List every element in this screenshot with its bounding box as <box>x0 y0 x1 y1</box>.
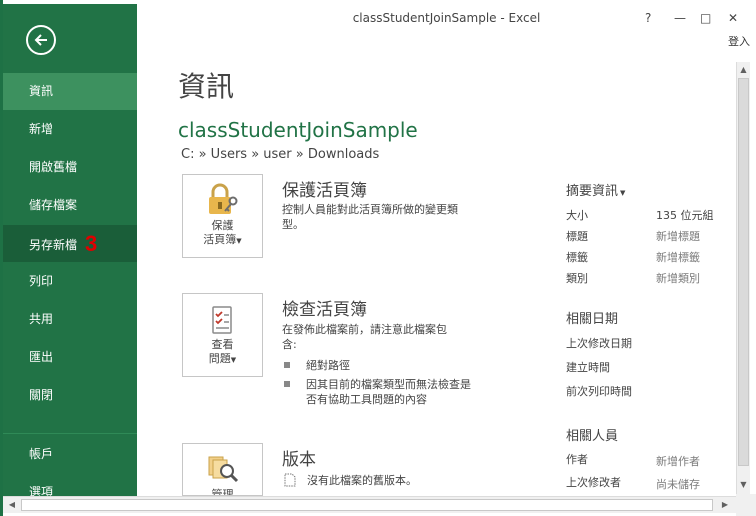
scroll-up-icon[interactable]: ▲ <box>738 63 749 77</box>
sidebar-item-close[interactable]: 關閉 <box>3 377 137 414</box>
chevron-down-icon: ▼ <box>620 189 626 197</box>
vertical-scroll-thumb[interactable] <box>738 78 749 466</box>
inspect-bullet-2-line1: 因其目前的檔案類型而無法檢查是 <box>306 378 471 391</box>
scrollbar-corner <box>736 494 756 516</box>
inspect-bullet-2-line2: 否有協助工具問題的內容 <box>306 393 427 406</box>
prop-label-last-printed: 前次列印時間 <box>566 385 632 398</box>
prop-label-author: 作者 <box>566 453 588 466</box>
sidebar-item-label: 資訊 <box>29 84 54 98</box>
related-people-heading: 相關人員 <box>566 429 619 444</box>
sidebar-item-print[interactable]: 列印 <box>3 263 137 300</box>
window-title: classStudentJoinSample - Excel <box>352 11 541 25</box>
tile-label-line2: 問題▼ <box>208 352 237 365</box>
chevron-down-icon: ▼ <box>230 356 237 364</box>
restore-button[interactable]: □ <box>700 11 711 25</box>
close-button[interactable]: ✕ <box>728 11 738 25</box>
lock-key-icon <box>209 183 238 214</box>
summary-heading[interactable]: 摘要資訊 ▼ <box>566 180 625 199</box>
inspect-desc-line1: 在發佈此檔案前，請注意此檔案包 <box>282 323 447 336</box>
scroll-left-icon[interactable]: ◀ <box>5 498 19 512</box>
versions-desc: 沒有此檔案的舊版本。 <box>307 474 417 487</box>
prop-label-title: 標題 <box>566 230 588 243</box>
backstage-sidebar: 資訊 新增 開啟舊檔 儲存檔案 另存新檔 3 列印 共用 匯出 關閉 帳戶 選項 <box>3 4 137 496</box>
prop-label-created: 建立時間 <box>566 361 610 374</box>
inspect-bullet-1: 絕對路徑 <box>306 359 350 372</box>
sidebar-item-save-as[interactable]: 另存新檔 3 <box>3 225 137 262</box>
help-button[interactable]: ? <box>645 11 651 25</box>
sidebar-item-save[interactable]: 儲存檔案 <box>3 187 137 224</box>
sidebar-item-share[interactable]: 共用 <box>3 301 137 338</box>
sidebar-item-label: 開啟舊檔 <box>29 160 78 174</box>
prop-value-category[interactable]: 新增類別 <box>656 270 700 286</box>
sidebar-item-label: 列印 <box>29 274 54 288</box>
sidebar-item-label: 另存新檔 <box>29 238 78 252</box>
sidebar-item-label: 匯出 <box>29 350 54 364</box>
scroll-down-icon[interactable]: ▼ <box>738 478 749 492</box>
sidebar-item-label: 共用 <box>29 312 54 326</box>
step-annotation: 3 <box>85 231 98 256</box>
check-for-issues-button[interactable]: 查看 問題▼ <box>182 293 263 377</box>
page-title: 資訊 <box>178 70 235 103</box>
sidebar-item-label: 新增 <box>29 122 54 136</box>
sign-in-link[interactable]: 登入 <box>728 33 750 49</box>
sidebar-item-info[interactable]: 資訊 <box>3 73 137 110</box>
protect-desc-line2: 型。 <box>282 218 304 231</box>
sidebar-divider <box>3 433 137 434</box>
inspect-desc-line2: 含: <box>282 338 297 351</box>
prop-label-size: 大小 <box>566 209 588 222</box>
tile-label-line1: 保護 <box>211 219 234 232</box>
checklist-icon <box>212 306 232 334</box>
versions-heading: 版本 <box>282 450 316 470</box>
bullet-marker <box>284 362 290 368</box>
prop-label-category: 類別 <box>566 272 588 285</box>
sidebar-item-export[interactable]: 匯出 <box>3 339 137 376</box>
sidebar-item-account[interactable]: 帳戶 <box>3 436 137 473</box>
prop-value-size: 135 位元組 <box>656 209 714 222</box>
sidebar-item-options[interactable]: 選項 <box>3 474 137 496</box>
sidebar-item-label: 關閉 <box>29 388 54 402</box>
tile-label-line2: 活頁簿▼ <box>203 233 242 246</box>
horizontal-scrollbar[interactable]: ◀ ▶ <box>3 496 736 513</box>
sidebar-item-label: 選項 <box>29 485 54 496</box>
manage-versions-button[interactable]: 管理 <box>182 443 263 496</box>
sidebar-item-label: 儲存檔案 <box>29 198 78 212</box>
prop-label-last-modified: 上次修改日期 <box>566 337 632 350</box>
vertical-scrollbar[interactable]: ▲ ▼ <box>736 62 750 494</box>
prop-value-last-modified-by: 尚未儲存 <box>656 478 700 491</box>
horizontal-scroll-thumb[interactable] <box>21 499 713 511</box>
prop-label-last-modified-by: 上次修改者 <box>566 476 621 489</box>
back-button[interactable] <box>26 25 56 55</box>
tile-label-line1: 查看 <box>211 338 234 351</box>
protect-desc-line1: 控制人員能對此活頁簿所做的變更類 <box>282 203 458 216</box>
prop-value-author[interactable]: 新增作者 <box>656 453 700 469</box>
related-dates-heading: 相關日期 <box>566 312 619 327</box>
title-bar: classStudentJoinSample - Excel ? — □ ✕ <box>137 4 756 32</box>
bullet-marker <box>284 381 290 387</box>
prop-label-tags: 標籤 <box>566 251 588 264</box>
document-icon <box>284 473 296 487</box>
document-search-icon <box>208 456 239 483</box>
sidebar-item-open[interactable]: 開啟舊檔 <box>3 149 137 186</box>
prop-value-title[interactable]: 新增標題 <box>656 228 700 244</box>
prop-value-tags[interactable]: 新增標籤 <box>656 249 700 265</box>
sidebar-item-new[interactable]: 新增 <box>3 111 137 148</box>
file-path-breadcrumb[interactable]: C: » Users » user » Downloads <box>181 147 379 162</box>
scroll-right-icon[interactable]: ▶ <box>718 498 732 512</box>
back-arrow-icon <box>34 34 47 46</box>
inspect-heading: 檢查活頁簿 <box>282 300 367 320</box>
file-name: classStudentJoinSample <box>178 118 418 142</box>
minimize-button[interactable]: — <box>674 11 686 25</box>
protect-heading: 保護活頁簿 <box>282 181 367 201</box>
sidebar-item-label: 帳戶 <box>29 447 54 461</box>
tile-label-line1: 管理 <box>211 488 234 496</box>
protect-workbook-button[interactable]: 保護 活頁簿▼ <box>182 174 263 258</box>
chevron-down-icon: ▼ <box>236 237 242 245</box>
